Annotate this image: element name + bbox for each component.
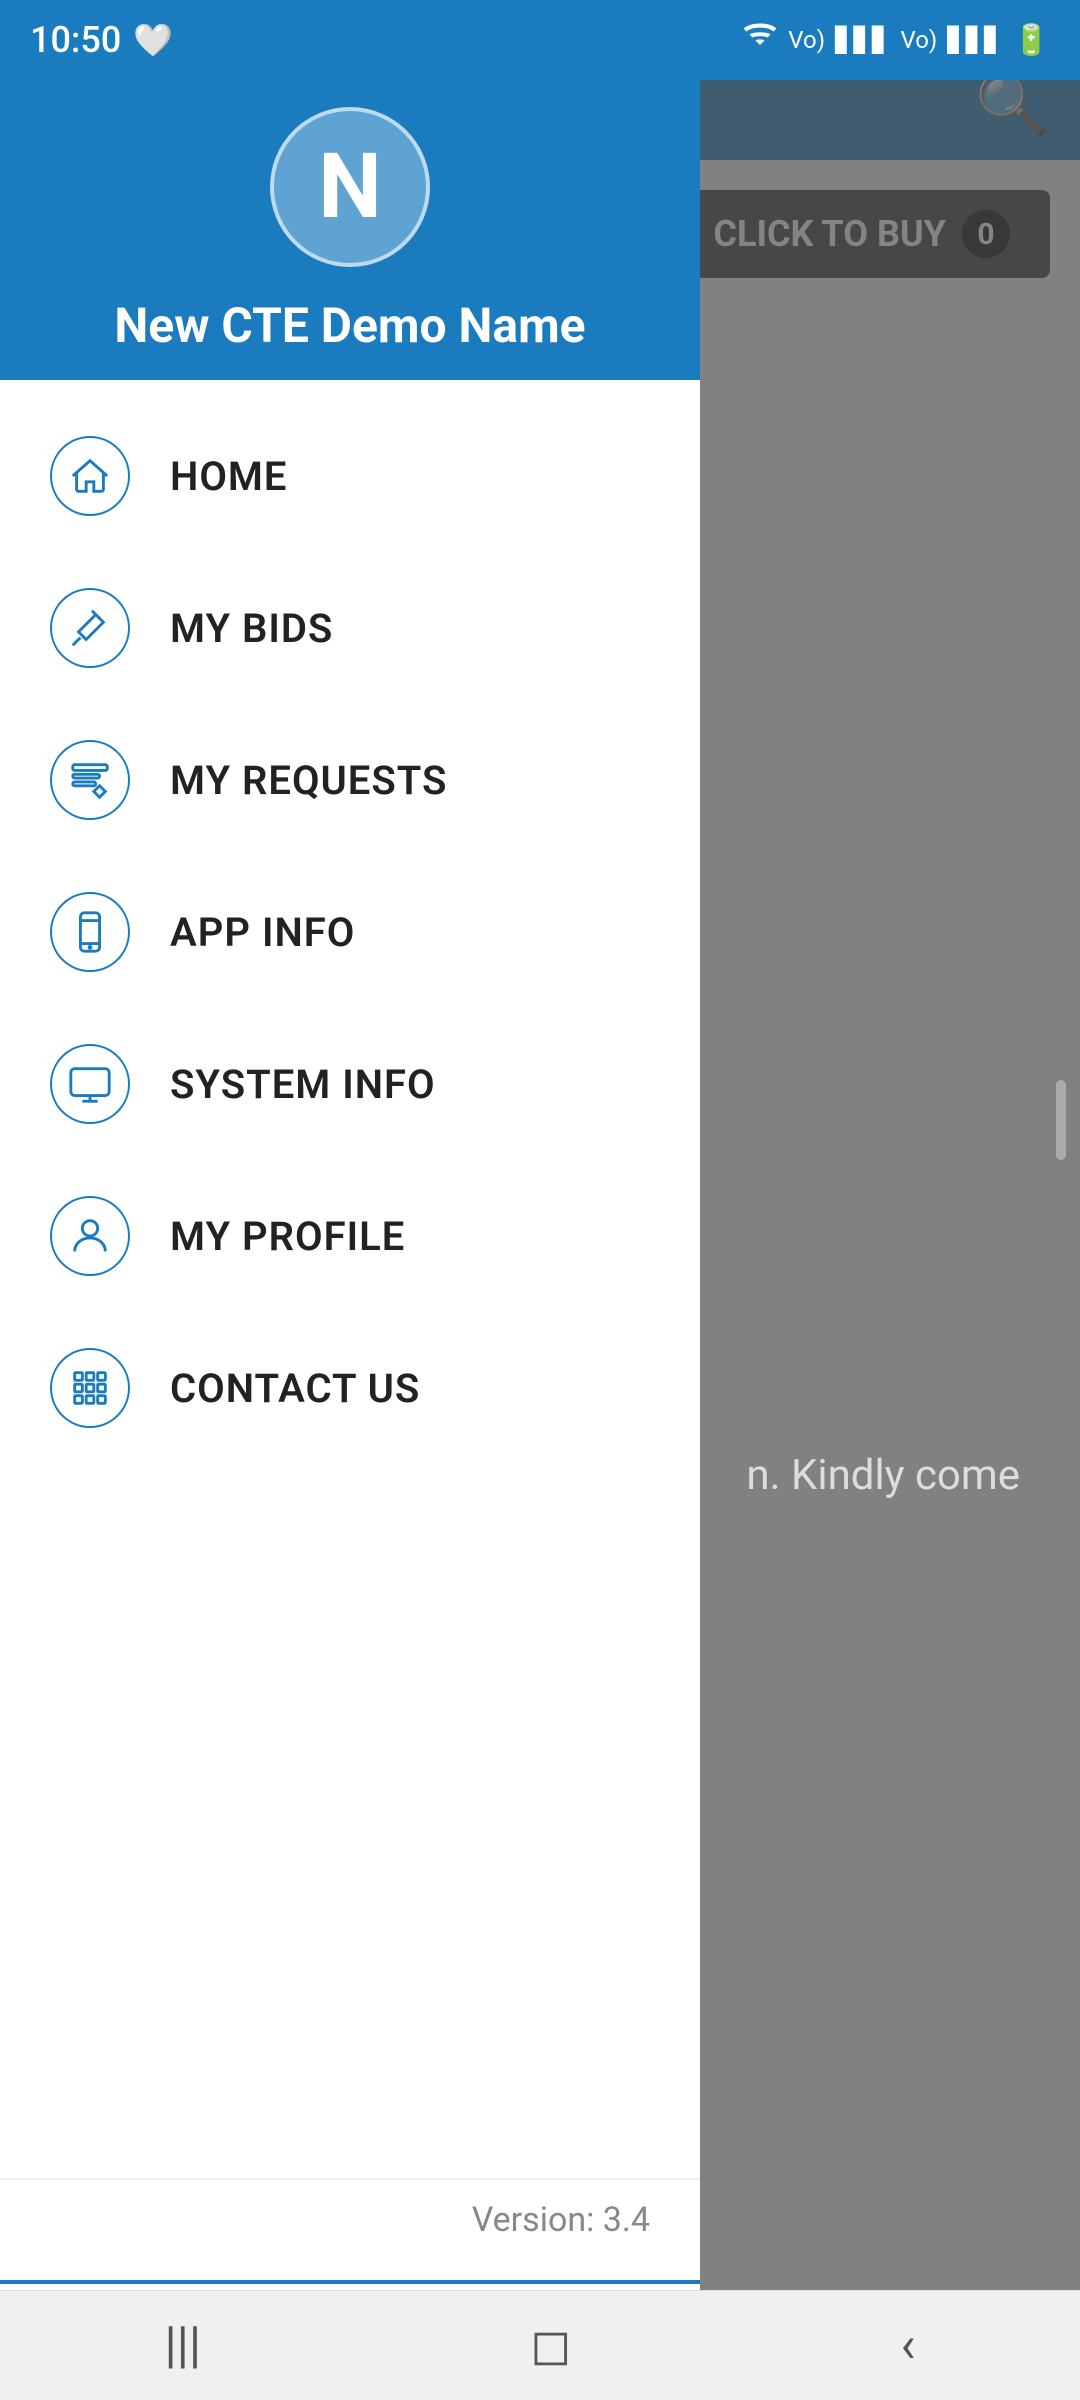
- sidebar-item-my-bids[interactable]: MY BIDS: [0, 552, 700, 704]
- status-time-group: 10:50 🤍: [30, 19, 173, 61]
- sidebar-item-app-info-label: APP INFO: [170, 909, 355, 956]
- sidebar-item-contact-us[interactable]: CONTACT US: [0, 1312, 700, 1464]
- overlay-text: n. Kindly come: [746, 1451, 1020, 1500]
- scrollbar[interactable]: [1056, 1080, 1066, 1160]
- user-name: New CTE Demo Name: [114, 297, 585, 354]
- sidebar-item-home[interactable]: HOME: [0, 400, 700, 552]
- lte1-icon: Vo): [788, 26, 825, 54]
- home-icon: [67, 453, 113, 499]
- system-info-icon-circle: [50, 1044, 130, 1124]
- sidebar-item-my-requests[interactable]: MY REQUESTS: [0, 704, 700, 856]
- contact-us-icon-circle: [50, 1348, 130, 1428]
- home-icon-circle: [50, 436, 130, 516]
- menu-spacer: [0, 1464, 700, 2178]
- sidebar-item-system-info-label: SYSTEM INFO: [170, 1061, 436, 1108]
- my-profile-icon-circle: [50, 1196, 130, 1276]
- navigation-drawer: N New CTE Demo Name HOME: [0, 0, 700, 2400]
- sidebar-item-app-info[interactable]: APP INFO: [0, 856, 700, 1008]
- menu-nav-icon[interactable]: |||: [164, 2317, 201, 2375]
- signal1-icon: ▋▋▋: [835, 26, 890, 54]
- sidebar-item-my-profile[interactable]: MY PROFILE: [0, 1160, 700, 1312]
- clock-time: 10:50: [30, 19, 121, 61]
- avatar-letter: N: [318, 134, 382, 239]
- monitor-icon: [67, 1061, 113, 1107]
- battery-icon: 🔋: [1013, 23, 1050, 58]
- status-icons-group: Vo) ▋▋▋ Vo) ▋▋▋ 🔋: [742, 18, 1050, 62]
- bottom-nav: ||| ◻ ‹: [0, 2290, 1080, 2400]
- app-info-icon-circle: [50, 892, 130, 972]
- version-row: Version: 3.4: [0, 2178, 700, 2260]
- my-requests-icon-circle: [50, 740, 130, 820]
- sidebar-item-contact-us-label: CONTACT US: [170, 1365, 420, 1412]
- back-nav-icon[interactable]: ‹: [900, 2317, 915, 2375]
- signal2-icon: ▋▋▋: [947, 26, 1002, 54]
- version-label: Version: 3.4: [472, 2200, 650, 2240]
- heart-icon: 🤍: [133, 21, 173, 59]
- edit-icon: [67, 757, 113, 803]
- drawer-menu: HOME MY BIDS MY: [0, 380, 700, 2280]
- sidebar-item-my-profile-label: MY PROFILE: [170, 1213, 405, 1260]
- status-bar: 10:50 🤍 Vo) ▋▋▋ Vo) ▋▋▋ 🔋: [0, 0, 1080, 80]
- sidebar-item-system-info[interactable]: SYSTEM INFO: [0, 1008, 700, 1160]
- lte2-icon: Vo): [900, 26, 937, 54]
- my-bids-icon-circle: [50, 588, 130, 668]
- phone-icon: [67, 909, 113, 955]
- avatar: N: [270, 107, 430, 267]
- person-icon: [67, 1213, 113, 1259]
- home-nav-icon[interactable]: ◻: [530, 2316, 572, 2375]
- wifi-icon: [742, 18, 778, 62]
- grid-phone-icon: [67, 1365, 113, 1411]
- sidebar-item-home-label: HOME: [170, 453, 287, 500]
- hammer-icon: [67, 605, 113, 651]
- sidebar-item-my-requests-label: MY REQUESTS: [170, 757, 447, 804]
- sidebar-item-my-bids-label: MY BIDS: [170, 605, 333, 652]
